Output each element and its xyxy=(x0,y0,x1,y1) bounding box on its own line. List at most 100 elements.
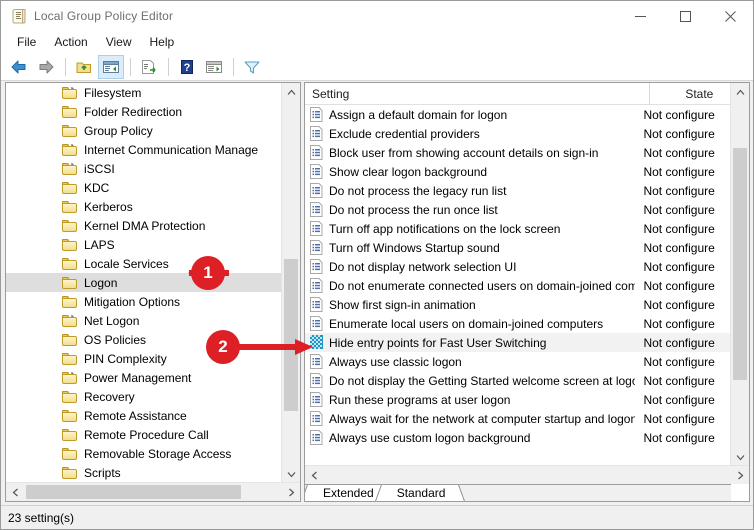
setting-cell: Turn off app notifications on the lock s… xyxy=(305,221,635,236)
policy-setting-icon xyxy=(310,183,323,198)
list-scroll-right-icon[interactable] xyxy=(731,466,749,484)
table-row[interactable]: Always use classic logon Not configure xyxy=(305,352,731,371)
state-cell: Not configure xyxy=(643,221,715,236)
scroll-up-icon[interactable] xyxy=(282,83,300,101)
state-cell: Not configure xyxy=(643,164,715,179)
tree-node[interactable]: Recovery xyxy=(6,387,282,406)
policy-editor-icon xyxy=(11,8,27,24)
setting-name: Show clear logon background xyxy=(329,164,488,179)
folder-icon xyxy=(62,124,78,137)
tree-hscroll-thumb[interactable] xyxy=(26,485,241,499)
tree-node[interactable]: KDC xyxy=(6,178,282,197)
tree-node-label: Group Policy xyxy=(84,123,153,138)
list-scroll-down-icon[interactable] xyxy=(731,448,749,466)
table-row[interactable]: Do not display network selection UI Not c… xyxy=(305,257,731,276)
table-row[interactable]: Exclude credential providers Not configur… xyxy=(305,124,731,143)
tab-extended[interactable]: Extended xyxy=(309,485,386,501)
state-cell: Not configure xyxy=(643,240,715,255)
setting-cell: Do not display network selection UI xyxy=(305,259,635,274)
folder-icon xyxy=(62,86,78,99)
table-row[interactable]: Do not process the legacy run list Not co… xyxy=(305,181,731,200)
table-row[interactable]: Hide entry points for Fast User Switchin… xyxy=(305,333,731,352)
minimize-button[interactable] xyxy=(618,1,663,31)
setting-cell: Do not enumerate connected users on doma… xyxy=(305,278,635,293)
table-row[interactable]: Always use custom logon background Not co… xyxy=(305,428,731,447)
folder-icon xyxy=(62,295,78,308)
up-one-level-icon[interactable] xyxy=(71,55,97,79)
close-button[interactable] xyxy=(708,1,753,31)
list-scroll-thumb[interactable] xyxy=(733,148,747,380)
tree-node[interactable]: Kernel DMA Protection xyxy=(6,216,282,235)
show-hide-action-pane-icon[interactable] xyxy=(201,55,227,79)
tree-node[interactable]: Remote Assistance xyxy=(6,406,282,425)
tree-node[interactable]: LAPS xyxy=(6,235,282,254)
tree-node[interactable]: Kerberos xyxy=(6,197,282,216)
tree-node[interactable]: ❯ Net Logon xyxy=(6,311,282,330)
scroll-left-icon[interactable] xyxy=(6,483,24,501)
column-header-setting[interactable]: Setting xyxy=(305,83,650,105)
tree-horizontal-scrollbar[interactable] xyxy=(6,482,300,501)
tab-standard[interactable]: Standard xyxy=(382,485,458,501)
filter-icon[interactable] xyxy=(239,55,265,79)
work-area: ❯ Filesystem Folder Redirection Group Polic… xyxy=(5,82,750,502)
table-row[interactable]: Always wait for the network at computer … xyxy=(305,409,731,428)
maximize-button[interactable] xyxy=(663,1,708,31)
table-row[interactable]: Turn off app notifications on the lock s… xyxy=(305,219,731,238)
tree-vertical-scrollbar[interactable] xyxy=(281,83,300,483)
scroll-right-icon[interactable] xyxy=(282,483,300,501)
list-horizontal-scrollbar[interactable] xyxy=(305,465,749,484)
toolbar-separator-2 xyxy=(130,57,131,76)
tree-node[interactable]: Folder Redirection xyxy=(6,102,282,121)
forward-icon[interactable] xyxy=(33,55,59,79)
tab-standard-label: Standard xyxy=(396,486,446,500)
table-row[interactable]: Show first sign-in animation Not configur… xyxy=(305,295,731,314)
folder-icon xyxy=(62,428,78,441)
setting-cell: Block user from showing account details … xyxy=(305,145,635,160)
list-scroll-up-icon[interactable] xyxy=(731,83,749,101)
table-row[interactable]: Run these programs at user logon Not conf… xyxy=(305,390,731,409)
setting-name: Do not display network selection UI xyxy=(329,259,517,274)
tree-node-label: Remote Procedure Call xyxy=(84,427,209,442)
tree-node[interactable]: Mitigation Options xyxy=(6,292,282,311)
tree-node[interactable]: Group Policy xyxy=(6,121,282,140)
table-row[interactable]: Do not process the run once list Not conf… xyxy=(305,200,731,219)
annotation-badge-1: 1 xyxy=(191,256,225,290)
menu-action[interactable]: Action xyxy=(45,33,96,51)
list-scroll-left-icon[interactable] xyxy=(305,466,323,484)
scroll-down-icon[interactable] xyxy=(282,465,300,483)
state-cell: Not configure xyxy=(643,183,715,198)
show-hide-console-tree-icon[interactable] xyxy=(98,54,124,79)
table-row[interactable]: Do not enumerate connected users on doma… xyxy=(305,276,731,295)
table-row[interactable]: Do not display the Getting Started welco… xyxy=(305,371,731,390)
setting-cell: Always use classic logon xyxy=(305,354,635,369)
title-bar: Local Group Policy Editor xyxy=(1,1,753,31)
export-list-icon[interactable] xyxy=(136,55,162,79)
menu-help[interactable]: Help xyxy=(141,33,184,51)
tree-node[interactable]: ❯ iSCSI xyxy=(6,159,282,178)
back-icon[interactable] xyxy=(6,55,32,79)
tree-node[interactable]: Logon xyxy=(6,273,282,292)
menu-view[interactable]: View xyxy=(97,33,141,51)
table-row[interactable]: Enumerate local users on domain-joined c… xyxy=(305,314,731,333)
tree-node[interactable]: ❯ Power Management xyxy=(6,368,282,387)
setting-cell: Do not process the legacy run list xyxy=(305,183,635,198)
tree-node[interactable]: ❯ Filesystem xyxy=(6,83,282,102)
table-row[interactable]: Assign a default domain for logon Not con… xyxy=(305,105,731,124)
menu-file[interactable]: File xyxy=(8,33,45,51)
tree-node[interactable]: ❯ Internet Communication Manage xyxy=(6,140,282,159)
table-row[interactable]: Block user from showing account details … xyxy=(305,143,731,162)
policy-setting-icon xyxy=(310,316,323,331)
settings-list[interactable]: Assign a default domain for logon Not con… xyxy=(305,105,731,467)
table-row[interactable]: Turn off Windows Startup sound Not config… xyxy=(305,238,731,257)
list-vertical-scrollbar[interactable] xyxy=(730,83,749,466)
table-row[interactable]: Show clear logon background Not configure xyxy=(305,162,731,181)
tree-node-label: OS Policies xyxy=(84,332,147,347)
tree-node[interactable]: Locale Services xyxy=(6,254,282,273)
tree-node[interactable]: Scripts xyxy=(6,463,282,482)
tree-node-label: PIN Complexity xyxy=(84,351,167,366)
console-tree[interactable]: ❯ Filesystem Folder Redirection Group Polic… xyxy=(6,83,282,483)
tree-node[interactable]: Remote Procedure Call xyxy=(6,425,282,444)
tree-node[interactable]: Removable Storage Access xyxy=(6,444,282,463)
tree-scroll-thumb[interactable] xyxy=(284,259,298,411)
help-icon[interactable]: ? xyxy=(174,55,200,79)
